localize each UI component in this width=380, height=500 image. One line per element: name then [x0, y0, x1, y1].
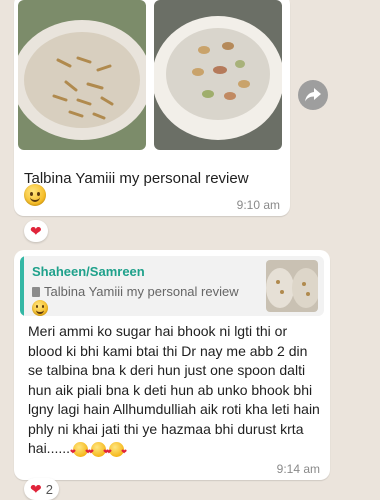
forward-share-icon — [305, 88, 321, 102]
smiling-face-with-hearts-icon — [70, 441, 91, 462]
quoted-message[interactable]: Shaheen/Samreen Talbina Yamiii my person… — [20, 256, 324, 316]
talbina-photo-1[interactable] — [18, 0, 146, 150]
message-timestamp: 9:14 am — [276, 462, 320, 476]
quoted-text: Talbina Yamiii my personal review — [44, 284, 239, 299]
smiling-face-icon — [24, 184, 46, 206]
quoted-thumbnail — [266, 260, 318, 312]
message-body: Meri ammi ko sugar hai bhook ni lgti thi… — [28, 322, 320, 462]
message-timestamp: 9:10 am — [236, 198, 280, 212]
reaction-count: 2 — [45, 481, 53, 497]
reaction-badge[interactable]: ❤ 2 — [24, 478, 59, 500]
document-icon — [32, 286, 40, 297]
reaction-badge[interactable]: ❤ — [24, 220, 48, 242]
quote-accent-bar — [20, 256, 24, 316]
quoted-text-row: Talbina Yamiii my personal review — [32, 284, 239, 299]
red-heart-icon: ❤ — [30, 223, 42, 239]
red-heart-icon: ❤ — [30, 481, 42, 497]
message-text: Meri ammi ko sugar hai bhook ni lgti thi… — [28, 323, 320, 456]
talbina-photo-2[interactable] — [154, 0, 282, 150]
reply-message-bubble[interactable]: Shaheen/Samreen Talbina Yamiii my person… — [14, 250, 330, 480]
smiling-face-with-hearts-icon — [106, 441, 127, 462]
forward-button[interactable] — [298, 80, 328, 110]
smiling-face-with-hearts-icon — [88, 441, 109, 462]
image-caption: Talbina Yamiii my personal review — [24, 170, 249, 187]
quoted-author: Shaheen/Samreen — [32, 264, 145, 279]
smiling-face-icon — [32, 300, 48, 316]
image-message-bubble[interactable]: Talbina Yamiii my personal review 9:10 a… — [14, 0, 290, 216]
